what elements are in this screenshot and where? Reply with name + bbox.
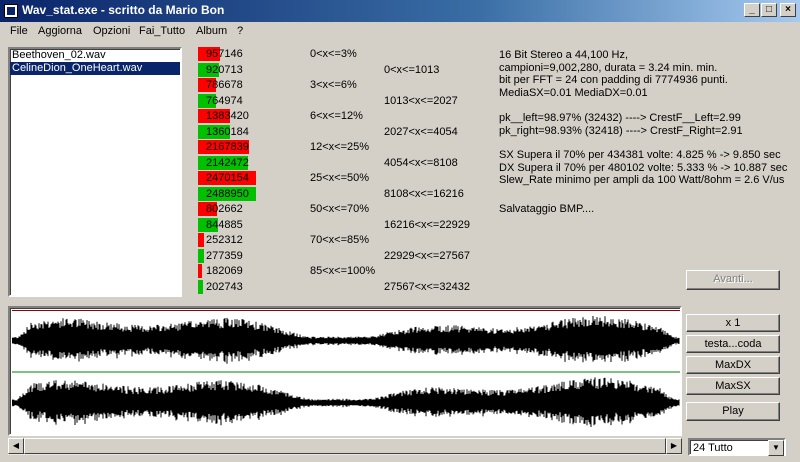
info-line: bit per FFT = 24 con padding di 7774936 … xyxy=(499,74,728,86)
scroll-right-icon[interactable]: ▶ xyxy=(666,438,682,454)
minimize-button[interactable]: _ xyxy=(744,3,760,17)
waveform-display[interactable] xyxy=(8,306,682,436)
scroll-left-icon[interactable]: ◀ xyxy=(8,438,24,454)
histogram-bar-left xyxy=(198,233,204,247)
histogram-count: 844885 xyxy=(206,218,243,231)
menu-help[interactable]: ? xyxy=(237,25,243,37)
histogram-row: 1360184 2027<x<=4054 xyxy=(198,124,488,139)
histogram-range: 85<x<=100% xyxy=(310,265,376,277)
histogram-count: 1360184 xyxy=(206,125,249,138)
histogram-count: 277359 xyxy=(206,249,243,262)
histogram-row: 202743 27567<x<=32432 xyxy=(198,279,488,294)
histogram-row: 1383420 6<x<=12% xyxy=(198,109,488,123)
histogram-count: 764974 xyxy=(206,94,243,107)
waveform-channel-left xyxy=(12,316,680,364)
histogram-bar-left xyxy=(198,264,202,278)
histogram-range: 1013<x<=2027 xyxy=(384,94,458,107)
histogram-row: 2488950 8108<x<=16216 xyxy=(198,186,488,201)
histogram-row: 844885 16216<x<=22929 xyxy=(198,217,488,232)
histogram-range: 3<x<=6% xyxy=(310,79,357,91)
histogram-row: 277359 22929<x<=27567 xyxy=(198,248,488,263)
histogram-range: 25<x<=50% xyxy=(310,172,370,184)
histogram-range: 27567<x<=32432 xyxy=(384,280,470,293)
histogram-count: 2488950 xyxy=(206,187,249,200)
waveform-graph xyxy=(12,310,680,427)
zoom-select[interactable]: 24 Tutto ▼ xyxy=(688,438,786,456)
info-line: MediaSX=0.01 MediaDX=0.01 xyxy=(499,86,648,99)
histogram-count: 2167839 xyxy=(206,141,249,153)
menu-file[interactable]: File xyxy=(10,25,28,37)
histogram-row: 786678 3<x<=6% xyxy=(198,78,488,92)
close-button[interactable]: × xyxy=(780,3,796,17)
histogram-row: 957146 0<x<=3% xyxy=(198,47,488,61)
histogram-row: 802662 50<x<=70% xyxy=(198,202,488,216)
histogram-row: 2142472 4054<x<=8108 xyxy=(198,155,488,170)
histogram-bar-right xyxy=(198,248,204,263)
x1-button[interactable]: x 1 xyxy=(686,314,780,332)
menu-album[interactable]: Album xyxy=(196,25,227,37)
histogram-count: 202743 xyxy=(206,280,243,293)
info-line: DX Supera il 70% per 480102 volte: 5.333… xyxy=(499,161,788,174)
file-info-panel: 16 Bit Stereo a 44,100 Hz, campioni=9,00… xyxy=(496,47,786,105)
histogram-range: 2027<x<=4054 xyxy=(384,125,458,138)
zoom-select-value: 24 Tutto xyxy=(693,442,733,454)
app-icon[interactable] xyxy=(4,4,18,18)
waveform-channel-right xyxy=(12,377,680,427)
histogram-range: 70<x<=85% xyxy=(310,234,370,246)
histogram-count: 786678 xyxy=(206,79,243,91)
histogram-row: 920713 0<x<=1013 xyxy=(198,62,488,77)
file-item-celinedion[interactable]: CelineDion_OneHeart.wav xyxy=(10,62,180,75)
histogram-bar-right xyxy=(198,279,203,294)
histogram-range: 50<x<=70% xyxy=(310,203,370,215)
info-line: Slew_Rate minimo per ampli da 100 Watt/8… xyxy=(499,174,785,186)
play-button[interactable]: Play xyxy=(686,402,780,421)
info-line: pk__left=98.97% (32432) ----> CrestF__Le… xyxy=(499,112,741,124)
info-line: pk_right=98.93% (32418) ----> CrestF_Rig… xyxy=(499,124,743,137)
chevron-down-icon[interactable]: ▼ xyxy=(768,440,784,456)
histogram-count: 802662 xyxy=(206,203,243,215)
histogram-count: 182069 xyxy=(206,265,243,277)
menu-opzioni[interactable]: Opzioni xyxy=(93,25,130,37)
histogram-range: 16216<x<=22929 xyxy=(384,218,470,231)
maxsx-button[interactable]: MaxSX xyxy=(686,377,780,395)
status-text: Salvataggio BMP.... xyxy=(499,203,595,215)
histogram-row: 764974 1013<x<=2027 xyxy=(198,93,488,108)
histogram-count: 957146 xyxy=(206,48,243,60)
menu-aggiorna[interactable]: Aggiorna xyxy=(38,25,82,37)
file-list[interactable]: Beethoven_02.wav CelineDion_OneHeart.wav xyxy=(8,47,182,297)
histogram-range: 6<x<=12% xyxy=(310,110,363,122)
histogram-range: 4054<x<=8108 xyxy=(384,156,458,169)
histogram-row: 2167839 12<x<=25% xyxy=(198,140,488,154)
amplitude-histogram: 957146 0<x<=3% 920713 0<x<=1013 786678 3<x<=6… xyxy=(198,47,488,297)
histogram-range: 22929<x<=27567 xyxy=(384,249,470,262)
maxdx-button[interactable]: MaxDX xyxy=(686,356,780,374)
info-line: 16 Bit Stereo a 44,100 Hz, xyxy=(499,49,629,61)
histogram-count: 1383420 xyxy=(206,110,249,122)
menu-bar: File Aggiorna Opzioni Fai_Tutto Album ? xyxy=(0,22,800,41)
histogram-count: 252312 xyxy=(206,234,243,246)
histogram-row: 252312 70<x<=85% xyxy=(198,233,488,247)
histogram-row: 182069 85<x<=100% xyxy=(198,264,488,278)
info-line: SX Supera il 70% per 434381 volte: 4.825… xyxy=(499,149,781,161)
histogram-range: 0<x<=3% xyxy=(310,48,357,60)
histogram-row: 2470154 25<x<=50% xyxy=(198,171,488,185)
scroll-thumb[interactable] xyxy=(24,438,666,454)
histogram-count: 2142472 xyxy=(206,156,249,169)
peak-info-panel: pk__left=98.97% (32432) ----> CrestF__Le… xyxy=(496,110,788,196)
histogram-range: 8108<x<=16216 xyxy=(384,187,464,200)
horizontal-scrollbar[interactable]: ◀ ▶ xyxy=(8,438,682,455)
window-title: Wav_stat.exe - scritto da Mario Bon xyxy=(22,3,225,17)
file-item-beethoven[interactable]: Beethoven_02.wav xyxy=(10,49,180,62)
histogram-count: 2470154 xyxy=(206,172,249,184)
maximize-button[interactable]: □ xyxy=(761,3,777,17)
title-bar[interactable]: Wav_stat.exe - scritto da Mario Bon _ □ … xyxy=(0,0,800,22)
histogram-count: 920713 xyxy=(206,63,243,76)
histogram-range: 12<x<=25% xyxy=(310,141,370,153)
info-line: campioni=9,002,280, durata = 3.24 min. m… xyxy=(499,61,718,74)
testa-coda-button[interactable]: testa...coda xyxy=(686,335,780,353)
menu-fai-tutto[interactable]: Fai_Tutto xyxy=(139,25,185,37)
histogram-range: 0<x<=1013 xyxy=(384,63,440,76)
avanti-button[interactable]: Avanti... xyxy=(686,270,780,290)
